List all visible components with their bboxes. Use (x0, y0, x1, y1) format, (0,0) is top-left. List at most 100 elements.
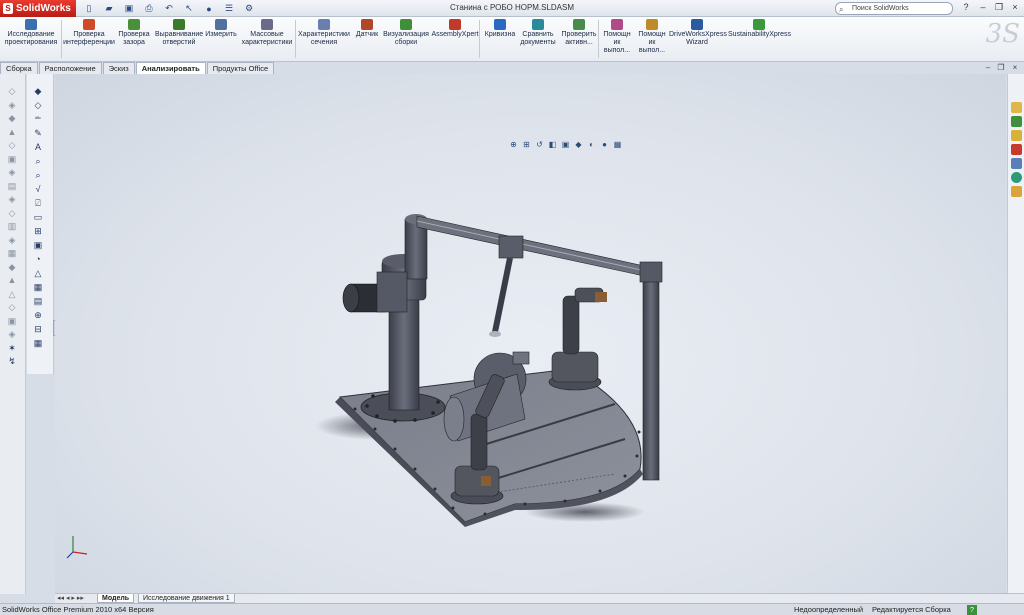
annotation-tool-icon[interactable]: ▤ (31, 296, 45, 307)
compare-docs-button[interactable]: Сравнить документы (519, 19, 557, 47)
annotation-tool-icon[interactable]: △ (31, 268, 45, 279)
save-icon[interactable]: ▣ (120, 2, 138, 15)
design-library-icon[interactable] (1011, 116, 1022, 127)
gearbox[interactable] (376, 271, 408, 313)
feature-tool-icon[interactable]: ◈ (5, 329, 19, 340)
feature-tool-icon[interactable]: ▣ (5, 316, 19, 327)
feature-tool-icon[interactable]: ▲ (5, 275, 19, 286)
tab-motion-study[interactable]: Исследование движения 1 (138, 594, 235, 603)
print-icon[interactable]: ⎙ (140, 2, 158, 15)
hole-align-button[interactable]: Выравнивание отверстий (155, 19, 203, 47)
annotation-tool-icon[interactable]: ⊕ (31, 310, 45, 321)
doc-close-button[interactable]: × (1010, 63, 1020, 73)
feature-tool-icon[interactable]: ◇ (5, 208, 19, 219)
annotation-tool-icon[interactable]: ▭ (31, 212, 45, 223)
boom-carriage[interactable] (498, 235, 524, 259)
appearances-icon[interactable] (1011, 172, 1022, 183)
annotation-tool-icon[interactable]: A (31, 142, 45, 153)
annotation-tool-icon[interactable]: ⊞ (31, 226, 45, 237)
feature-tool-icon[interactable]: ◇ (5, 140, 19, 151)
annotation-tool-icon[interactable]: ◔ (31, 254, 45, 265)
undo-icon[interactable]: ↶ (160, 2, 178, 15)
feature-tool-icon[interactable]: ◈ (5, 235, 19, 246)
annotation-tool-icon[interactable]: ▣ (31, 240, 45, 251)
sustainability-button[interactable]: SustainabilityXpress (728, 19, 791, 39)
curvature-button[interactable]: Кривизна (483, 19, 517, 39)
tab-1[interactable]: Расположение (38, 62, 102, 74)
annotation-tool-icon[interactable]: ▦ (31, 282, 45, 293)
annotation-tool-icon[interactable]: ▦ (31, 338, 45, 349)
feature-tool-icon[interactable]: ◆ (5, 262, 19, 273)
end-post[interactable] (642, 269, 660, 481)
doc-minimize-button[interactable]: – (983, 63, 993, 73)
custom-properties-icon[interactable] (1011, 186, 1022, 197)
annotation-tool-icon[interactable]: ◆ (31, 86, 45, 97)
minimize-button[interactable]: – (976, 2, 990, 15)
check-active-button[interactable]: Проверить активн... (560, 19, 598, 47)
annotation-tool-icon[interactable]: ⌕ (31, 156, 45, 167)
annotation-tool-icon[interactable]: ⌕ (31, 170, 45, 181)
resources-icon[interactable] (1011, 102, 1022, 113)
feature-tool-icon[interactable]: ↯ (5, 356, 19, 367)
robot-right[interactable] (548, 287, 607, 391)
tab-3[interactable]: Анализировать (135, 62, 206, 74)
select-icon[interactable]: ↖ (180, 2, 198, 15)
search-results-icon[interactable] (1011, 144, 1022, 155)
feature-tool-icon[interactable]: ◈ (5, 100, 19, 111)
feature-tool-icon[interactable]: ✶ (5, 343, 19, 354)
search-input[interactable]: ⌕ Поиск SolidWorks (835, 2, 953, 15)
doc-restore-button[interactable]: ❐ (996, 63, 1006, 73)
file-explorer-icon[interactable] (1011, 130, 1022, 141)
section-props-button[interactable]: Характеристики сечения (297, 19, 351, 47)
feature-tool-icon[interactable]: ▣ (5, 154, 19, 165)
hanging-arm[interactable] (492, 257, 513, 333)
feature-tool-icon[interactable]: △ (5, 289, 19, 300)
maximize-button[interactable]: ❐ (992, 2, 1006, 15)
annotation-tool-icon[interactable]: ⊟ (31, 324, 45, 335)
help-2-button[interactable]: Помощн ик выпол... (637, 19, 667, 55)
tab-scroll-arrows[interactable]: ◂◂ ◂ ▸ ▸▸ (57, 594, 84, 602)
new-icon[interactable]: ▯ (80, 2, 98, 15)
annotation-tool-icon[interactable]: ᴬᴮᶜ (31, 114, 45, 125)
design-study-button[interactable]: Исследование проектирования (2, 19, 60, 47)
close-button[interactable]: × (1008, 2, 1022, 15)
solidworks-logo[interactable]: S SolidWorks (0, 0, 76, 17)
tab-model[interactable]: Модель (97, 594, 135, 603)
view-palette-icon[interactable] (1011, 158, 1022, 169)
feature-tool-icon[interactable]: ▲ (5, 127, 19, 138)
feature-tool-icon[interactable]: ◇ (5, 302, 19, 313)
rebuild-icon[interactable]: ● (200, 2, 218, 15)
measure-button[interactable]: Измерить (205, 19, 237, 39)
options-icon[interactable]: ⚙ (240, 2, 258, 15)
assembly-viz-button[interactable]: Визуализация сборки (383, 19, 429, 47)
feature-tool-icon[interactable]: ▥ (5, 221, 19, 232)
feature-tool-icon[interactable]: ▦ (5, 248, 19, 259)
open-icon[interactable]: ▰ (100, 2, 118, 15)
clearance-button[interactable]: Проверка зазора (117, 19, 151, 47)
assemblyxpert-button[interactable]: AssemblyXpert (431, 19, 479, 39)
driveworks-button[interactable]: DriveWorksXpress Wizard (669, 19, 727, 47)
feature-tool-icon[interactable]: ◈ (5, 167, 19, 178)
tab-4[interactable]: Продукты Office (206, 62, 275, 74)
annotation-tool-icon[interactable]: ⍁ (31, 198, 45, 209)
status-help-icon[interactable]: ? (967, 605, 977, 615)
status-product: SolidWorks Office Premium 2010 x64 Верси… (2, 605, 154, 614)
sensor-button[interactable]: Датчик (354, 19, 380, 39)
feature-tool-icon[interactable]: ◆ (5, 113, 19, 124)
tab-2[interactable]: Эскиз (102, 62, 135, 74)
measure-label: Измерить (205, 31, 237, 38)
feature-tool-icon[interactable]: ▤ (5, 181, 19, 192)
assembly-model[interactable] (55, 74, 1006, 593)
file-properties-icon[interactable]: ☰ (220, 2, 238, 15)
feature-tool-icon[interactable]: ◈ (5, 194, 19, 205)
annotation-tool-icon[interactable]: √ (31, 184, 45, 195)
feature-tool-icon[interactable]: ◇ (5, 86, 19, 97)
interference-button[interactable]: Проверка интерференции (63, 19, 115, 47)
mass-props-button[interactable]: Массовые характеристики (240, 19, 294, 47)
annotation-tool-icon[interactable]: ◇ (31, 100, 45, 111)
annotation-tool-icon[interactable]: ✎ (31, 128, 45, 139)
help-button[interactable]: ? (959, 2, 973, 15)
tab-0[interactable]: Сборка (0, 62, 38, 74)
help-1-button[interactable]: Помощн ик выпол... (602, 19, 632, 55)
graphics-area[interactable]: ⊕ ⊞ ↺ ◧ ▣ ◆ ◐ ● ▦ (55, 74, 1006, 593)
